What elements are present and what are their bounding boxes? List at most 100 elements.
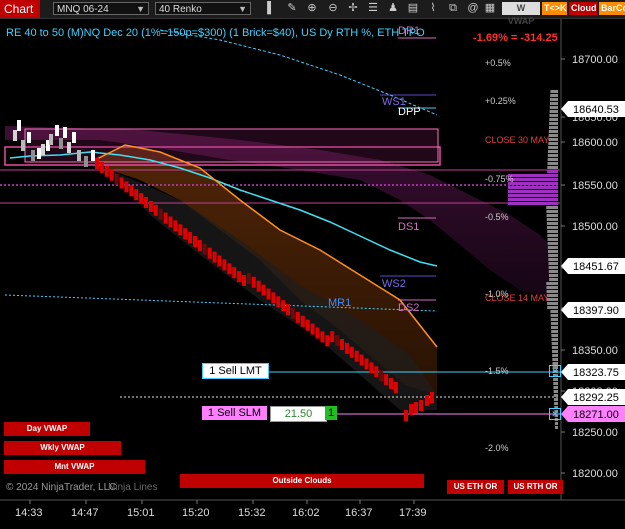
volume-bar — [508, 198, 558, 201]
volume-bar — [554, 422, 558, 425]
label-ds2: DS2 — [398, 302, 419, 314]
brick-down — [414, 402, 418, 413]
label-dpp: DPP — [398, 106, 421, 118]
templates-icon[interactable]: ⧉ — [446, 1, 460, 16]
volume-bar — [553, 382, 558, 385]
label-p05: +0.5% — [485, 58, 511, 68]
label-m10: -1.0% — [485, 289, 509, 299]
order-qty[interactable]: 1 — [325, 406, 337, 420]
us-rth-or-button[interactable]: US RTH OR — [508, 480, 563, 494]
label-p025: +0.25% — [485, 96, 516, 106]
chevron-down-icon: ▼ — [238, 4, 247, 14]
cancel-lmt-icon[interactable]: ✕ — [549, 365, 561, 377]
bar-type-selector[interactable]: 40 Renko ▼ — [155, 2, 251, 15]
chart-title: RE 40 to 50 (M)NQ Dec 20 (1%=150p=$300) … — [6, 27, 425, 39]
sell-slm-order[interactable]: 1 Sell SLM — [202, 406, 267, 420]
volume-bar — [551, 346, 558, 349]
brick-up — [72, 132, 76, 143]
brick-neutral — [31, 150, 35, 161]
brick-down — [349, 346, 354, 358]
volume-bar — [508, 194, 558, 197]
wkly-vwap-button[interactable]: Wkly VWAP — [4, 441, 121, 455]
crosshair-icon[interactable]: ✢ — [346, 1, 360, 16]
brick-down — [148, 200, 153, 212]
us-eth-or-button[interactable]: US ETH OR — [447, 480, 504, 494]
volume-bar — [550, 310, 558, 313]
chart-tab[interactable]: Chart — [0, 0, 40, 18]
data-box-icon[interactable]: ▤ — [406, 1, 420, 16]
brick-down — [364, 358, 369, 370]
volume-bar — [553, 378, 558, 381]
volume-bar — [551, 326, 558, 329]
brick-down — [178, 224, 183, 236]
brick-down — [237, 271, 242, 283]
volume-bar — [547, 166, 558, 169]
instrument-selector[interactable]: MNQ 06-24 ▼ — [53, 2, 149, 15]
volume-bar — [550, 90, 558, 93]
barco-button[interactable]: BarCo — [599, 2, 625, 15]
volume-bar — [546, 222, 558, 225]
brick-down — [104, 165, 109, 177]
brick-down — [217, 255, 222, 267]
brick-down — [207, 247, 212, 259]
zoom-out-icon[interactable]: ⊖ — [326, 1, 340, 16]
brick-down — [139, 193, 144, 205]
outside-clouds-button[interactable]: Outside Clouds — [180, 474, 424, 488]
brick-down — [344, 342, 349, 354]
volume-bar — [550, 98, 558, 101]
time-tick-label: 14:33 — [15, 507, 43, 519]
brick-down — [369, 362, 374, 374]
volume-bar — [547, 154, 558, 157]
at-icon[interactable]: @ — [466, 1, 480, 16]
volume-bar — [547, 170, 558, 173]
tok-button[interactable]: T<>K — [542, 2, 567, 15]
brick-up — [27, 132, 31, 143]
brick-down — [295, 311, 300, 323]
bar-style-icon[interactable]: ▌ — [264, 1, 278, 16]
sl-price-value: 21.50 — [284, 408, 313, 420]
cloud-button[interactable]: Cloud — [569, 2, 597, 15]
sl-price-box[interactable]: 21.50 — [270, 406, 327, 422]
order-qty-value: 1 — [327, 407, 335, 419]
bar-type-value: 40 Renko — [159, 4, 202, 15]
volume-bar — [549, 122, 558, 125]
brick-down — [389, 378, 393, 389]
mnt-vwap-button[interactable]: Mnt VWAP — [4, 460, 145, 474]
properties-icon[interactable]: ☰ — [366, 1, 380, 16]
volume-bar — [546, 282, 558, 285]
brick-down — [99, 161, 104, 173]
volume-bar — [548, 146, 558, 149]
volume-bar — [548, 262, 558, 265]
volume-bar — [552, 358, 558, 361]
brick-down — [425, 395, 429, 406]
volume-bar — [508, 174, 558, 177]
brick-down — [281, 300, 286, 312]
w-vwap-button[interactable]: W VWAP — [502, 2, 540, 26]
brick-neutral — [59, 138, 63, 149]
volume-bar — [508, 202, 558, 205]
volume-bar — [547, 246, 558, 249]
volume-bar — [549, 278, 558, 281]
strategy-icon[interactable]: ♟ — [386, 1, 400, 16]
brick-down — [256, 280, 261, 292]
sell-lmt-order[interactable]: 1 Sell LMT — [202, 363, 269, 379]
brick-down — [305, 319, 310, 331]
volume-bar — [548, 142, 558, 145]
brick-down — [409, 404, 413, 415]
day-vwap-button[interactable]: Day VWAP — [4, 422, 90, 436]
tile-icon[interactable]: ▦ — [483, 1, 497, 16]
indicators-icon[interactable]: ⌇ — [426, 1, 440, 16]
pencil-icon[interactable]: ✎ — [285, 1, 299, 16]
zoom-in-icon[interactable]: ⊕ — [305, 1, 319, 16]
cancel-slm-icon[interactable]: ✕ — [549, 408, 561, 420]
toolbar: Chart MNQ 06-24 ▼ 40 Renko ▼ ▌ ✎ ⊕ ⊖ ✢ ☰… — [0, 0, 625, 26]
volume-bar — [508, 190, 558, 193]
brick-down — [300, 315, 305, 327]
chart-panel[interactable]: DR1 WS1 DPP DS1 WS2 MR1 DS2 CLOSE 30 MAY… — [0, 19, 625, 524]
brick-down — [227, 263, 232, 275]
brick-down — [144, 197, 148, 208]
time-tick-label: 15:32 — [238, 507, 266, 519]
label-ws2: WS2 — [382, 278, 406, 290]
brick-down — [325, 335, 330, 347]
volume-bar — [548, 258, 558, 261]
